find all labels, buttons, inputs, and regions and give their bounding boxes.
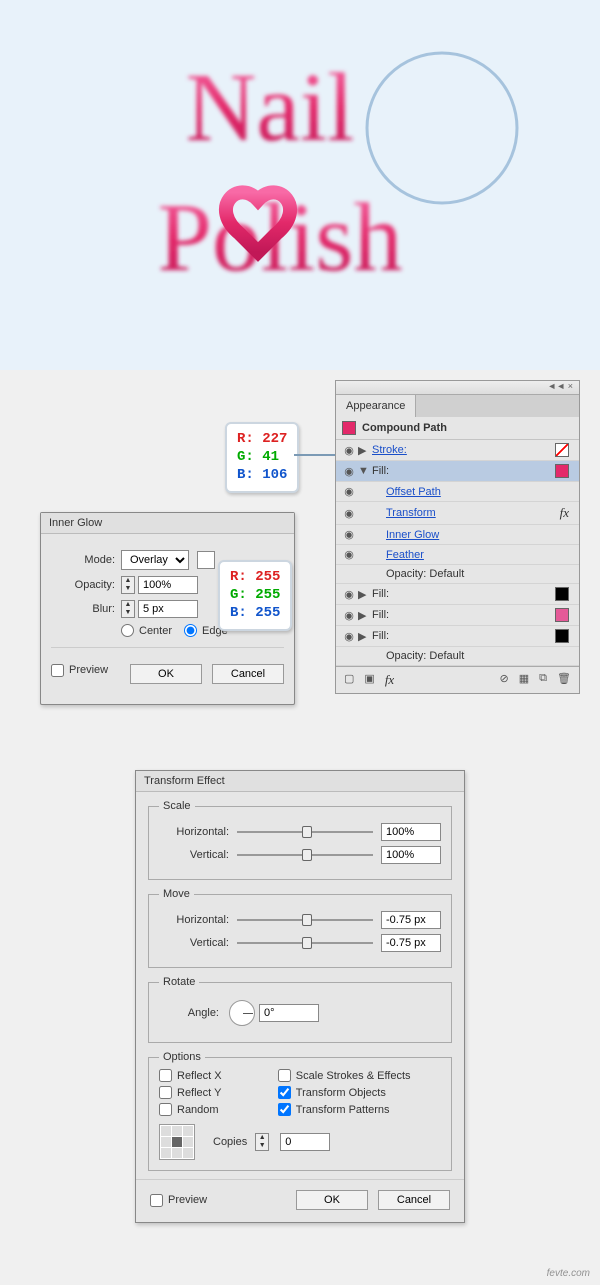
object-opacity-row[interactable]: Opacity: Default <box>336 647 579 666</box>
fill-row-1[interactable]: ◉▼ Fill: <box>336 461 579 482</box>
scale-strokes-checkbox[interactable]: Scale Strokes & Effects <box>278 1069 441 1082</box>
reflect-y-checkbox[interactable]: Reflect Y <box>159 1086 268 1099</box>
angle-label: Angle: <box>159 1007 219 1019</box>
move-h-input[interactable] <box>381 911 441 929</box>
copies-input[interactable] <box>280 1133 330 1151</box>
no-fill-icon[interactable]: ▢ <box>344 672 354 688</box>
rgb-callout-magenta: R: 227 G: 41 B: 106 <box>225 422 299 493</box>
center-radio[interactable]: Center <box>121 624 172 637</box>
watermark: fevte.com <box>547 1268 590 1279</box>
offset-path-row[interactable]: ◉Offset Path <box>336 482 579 502</box>
fill-row-2[interactable]: ◉▶Fill: <box>336 584 579 605</box>
artwork-preview: Nail Polish <box>0 0 600 370</box>
scale-group: Scale Horizontal: Vertical: <box>148 800 452 880</box>
angle-wheel[interactable] <box>229 1000 255 1026</box>
ig-cancel-button[interactable]: Cancel <box>212 664 284 684</box>
fill-swatch-icon[interactable] <box>555 629 569 643</box>
fill-row-3[interactable]: ◉▶Fill: <box>336 605 579 626</box>
opacity-input[interactable] <box>138 576 198 594</box>
fill-swatch-icon[interactable] <box>555 608 569 622</box>
scale-h-input[interactable] <box>381 823 441 841</box>
mode-label: Mode: <box>55 554 115 566</box>
transform-objects-checkbox[interactable]: Transform Objects <box>278 1086 441 1099</box>
scale-h-label: Horizontal: <box>159 826 229 838</box>
options-group: Options Reflect X Scale Strokes & Effect… <box>148 1051 452 1171</box>
fill-swatch-icon[interactable] <box>555 464 569 478</box>
inner-glow-row[interactable]: ◉Inner Glow <box>336 525 579 545</box>
t-preview-checkbox[interactable]: Preview <box>150 1194 207 1207</box>
appearance-target: Compound Path <box>336 417 579 440</box>
rgb-callout-white: R: 255 G: 255 B: 255 <box>218 560 292 631</box>
fill-row-4[interactable]: ◉▶Fill: <box>336 626 579 647</box>
new-fill-button[interactable]: ▦ <box>519 672 529 688</box>
artwork-text-line1: Nail <box>186 54 355 162</box>
t-ok-button[interactable]: OK <box>296 1190 368 1210</box>
fill-swatch-icon[interactable] <box>555 587 569 601</box>
blur-input[interactable] <box>138 600 198 618</box>
panel-header-bar[interactable]: ◄◄ × <box>336 381 579 395</box>
transform-patterns-checkbox[interactable]: Transform Patterns <box>278 1103 441 1116</box>
appearance-footer: ▢ ▣ fx ⊘ ▦ ⧉ 🗑 <box>336 666 579 693</box>
opacity-stepper[interactable]: ▲▼ <box>121 576 135 594</box>
blur-stepper[interactable]: ▲▼ <box>121 600 135 618</box>
move-group: Move Horizontal: Vertical: <box>148 888 452 968</box>
clear-button[interactable]: ⊘ <box>500 672 509 688</box>
appearance-tab[interactable]: Appearance <box>336 395 416 417</box>
add-fx-button[interactable]: fx <box>385 672 394 688</box>
random-checkbox[interactable]: Random <box>159 1103 268 1116</box>
move-h-slider[interactable] <box>237 913 373 927</box>
scale-v-input[interactable] <box>381 846 441 864</box>
scale-v-slider[interactable] <box>237 848 373 862</box>
ig-ok-button[interactable]: OK <box>130 664 202 684</box>
transform-effect-dialog: Transform Effect Scale Horizontal: Verti… <box>135 770 465 1223</box>
trash-icon[interactable]: 🗑 <box>557 672 571 688</box>
appearance-panel: ◄◄ × Appearance Compound Path ◉▶ Stroke:… <box>335 380 580 694</box>
target-swatch-icon <box>342 421 356 435</box>
stroke-row[interactable]: ◉▶ Stroke: <box>336 440 579 461</box>
fill-opacity-row[interactable]: Opacity: Default <box>336 565 579 584</box>
fx-icon[interactable]: fx <box>560 505 575 521</box>
reflect-x-checkbox[interactable]: Reflect X <box>159 1069 268 1082</box>
inner-glow-title: Inner Glow <box>41 513 294 534</box>
t-cancel-button[interactable]: Cancel <box>378 1190 450 1210</box>
move-h-label: Horizontal: <box>159 914 229 926</box>
glow-color-swatch[interactable] <box>197 551 215 569</box>
move-v-input[interactable] <box>381 934 441 952</box>
copies-stepper[interactable]: ▲▼ <box>255 1133 269 1151</box>
visibility-icon[interactable]: ◉ <box>340 444 358 457</box>
move-v-slider[interactable] <box>237 936 373 950</box>
layer-icon[interactable]: ▣ <box>364 672 374 688</box>
move-v-label: Vertical: <box>159 937 229 949</box>
feather-row[interactable]: ◉Feather <box>336 545 579 565</box>
opacity-label: Opacity: <box>55 579 115 591</box>
copies-label: Copies <box>213 1136 247 1148</box>
scale-h-slider[interactable] <box>237 825 373 839</box>
visibility-icon[interactable]: ◉ <box>340 465 358 478</box>
scale-v-label: Vertical: <box>159 849 229 861</box>
anchor-grid[interactable] <box>159 1124 195 1160</box>
blur-label: Blur: <box>55 603 115 615</box>
duplicate-button[interactable]: ⧉ <box>539 672 547 688</box>
transform-title: Transform Effect <box>136 771 464 792</box>
transform-row[interactable]: ◉Transformfx <box>336 502 579 525</box>
stroke-swatch-icon[interactable] <box>555 443 569 457</box>
angle-input[interactable] <box>259 1004 319 1022</box>
zoom-circle <box>367 53 517 203</box>
mode-select[interactable]: Overlay <box>121 550 189 570</box>
rotate-group: Rotate Angle: <box>148 976 452 1043</box>
ig-preview-checkbox[interactable]: Preview <box>51 664 108 677</box>
